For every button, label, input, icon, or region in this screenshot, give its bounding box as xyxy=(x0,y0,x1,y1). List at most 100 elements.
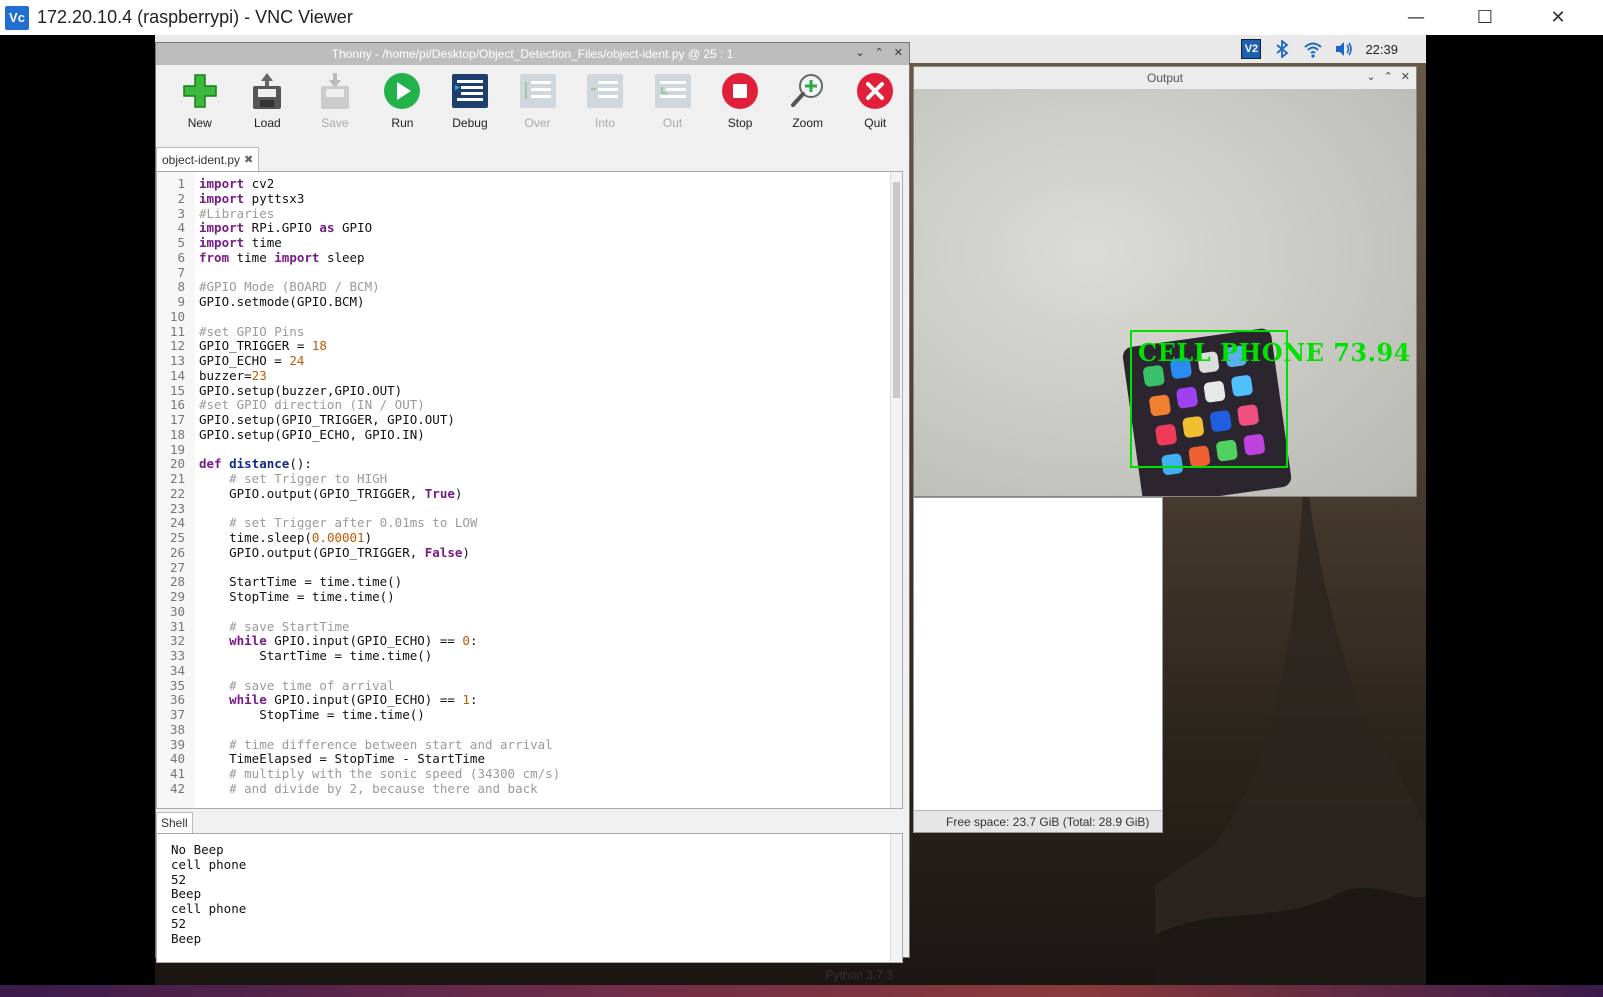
save-button[interactable]: Save xyxy=(301,65,369,145)
step-out-button[interactable]: Out xyxy=(639,65,707,145)
clock[interactable]: 22:39 xyxy=(1365,42,1398,57)
bluetooth-icon[interactable] xyxy=(1272,39,1292,59)
close-icon[interactable]: ✕ xyxy=(1401,70,1410,83)
stop-button[interactable]: Stop xyxy=(706,65,774,145)
shell-line: cell phone xyxy=(171,901,247,916)
code-line[interactable]: # save time of arrival xyxy=(199,678,395,693)
code-line[interactable]: GPIO_TRIGGER = 18 xyxy=(199,338,327,353)
line-number: 25 xyxy=(169,530,185,545)
code-line[interactable]: # and divide by 2, because there and bac… xyxy=(199,781,538,796)
code-line[interactable]: #set GPIO direction (IN / OUT) xyxy=(199,397,425,412)
code-line[interactable]: TimeElapsed = StopTime - StartTime xyxy=(199,751,485,766)
code-line[interactable]: import time xyxy=(199,235,282,250)
code-line[interactable]: StopTime = time.time() xyxy=(199,707,425,722)
line-number: 28 xyxy=(169,574,185,590)
code-line[interactable]: import pyttsx3 xyxy=(199,191,304,206)
step-over-icon xyxy=(519,72,557,110)
code-line[interactable]: StartTime = time.time() xyxy=(199,648,432,663)
code-line[interactable]: # set Trigger after 0.01ms to LOW xyxy=(199,515,477,530)
python-version[interactable]: Python 3.7.3 xyxy=(826,968,893,982)
code-editor[interactable]: 1 2 3 4 5 6 7 8 9 10 11 12 13 14 15 16 17 18 19 20 21 22 23 24 2… xyxy=(156,171,903,809)
code-line[interactable]: #GPIO Mode (BOARD / BCM) xyxy=(199,279,380,294)
debug-button[interactable]: Debug xyxy=(436,65,504,145)
wifi-icon[interactable] xyxy=(1303,39,1323,59)
step-into-button[interactable]: Into xyxy=(571,65,639,145)
shell-line: 52 xyxy=(171,871,187,887)
line-number: 22 xyxy=(169,485,185,501)
output-window-titlebar[interactable]: Output ⌄ ⌃ ✕ xyxy=(914,67,1416,89)
run-button-label: Run xyxy=(391,116,414,130)
step-over-button[interactable]: Over xyxy=(504,65,572,145)
close-icon[interactable]: ✖ xyxy=(244,153,253,166)
step-into-button-label: Into xyxy=(595,116,616,130)
volume-icon[interactable] xyxy=(1334,39,1354,59)
vnc-logo-icon: Vc xyxy=(5,5,29,30)
code-line[interactable]: GPIO_ECHO = 24 xyxy=(199,353,304,368)
new-button[interactable]: New xyxy=(166,65,234,145)
code-line[interactable]: while GPIO.input(GPIO_ECHO) == 0: xyxy=(199,633,477,648)
vnc-icon[interactable]: V2 xyxy=(1241,39,1262,59)
code-line[interactable]: GPIO.setup(GPIO_ECHO, GPIO.IN) xyxy=(199,427,425,442)
file-manager-window: Free space: 23.7 GiB (Total: 28.9 GiB) xyxy=(913,497,1163,833)
system-tray: V2 22:39 xyxy=(1241,35,1398,63)
line-number: 4 xyxy=(177,220,185,236)
code-line[interactable]: # multiply with the sonic speed (34300 c… xyxy=(199,766,560,781)
code-line[interactable]: import cv2 xyxy=(199,176,274,191)
code-line[interactable]: GPIO.setmode(GPIO.BCM) xyxy=(199,294,365,309)
line-number: 24 xyxy=(169,515,185,531)
stop-button-label: Stop xyxy=(727,116,753,130)
code-line[interactable]: time.sleep(0.00001) xyxy=(199,530,372,545)
code-line[interactable]: # save StartTime xyxy=(199,619,349,634)
code-line[interactable]: def distance(): xyxy=(199,456,312,471)
code-line[interactable]: while GPIO.input(GPIO_ECHO) == 1: xyxy=(199,692,477,707)
chevron-down-icon[interactable]: ⌄ xyxy=(1366,70,1375,83)
chevron-up-icon[interactable]: ⌃ xyxy=(875,46,884,59)
line-number: 37 xyxy=(169,707,185,722)
maximize-button[interactable]: ☐ xyxy=(1462,0,1508,35)
close-button[interactable]: ✕ xyxy=(1535,0,1581,35)
line-number: 8 xyxy=(177,279,185,295)
tab-object-ident[interactable]: object-ident.py ✖ xyxy=(156,147,260,171)
line-number: 29 xyxy=(169,589,185,604)
line-number-gutter: 1 2 3 4 5 6 7 8 9 10 11 12 13 14 15 16 17 18 19 20 21 22 23 24 2… xyxy=(157,172,195,808)
save-button-label: Save xyxy=(321,116,349,130)
line-number: 13 xyxy=(169,353,185,368)
code-line[interactable]: # set Trigger to HIGH xyxy=(199,471,387,486)
code-line[interactable]: #set GPIO Pins xyxy=(199,324,304,339)
code-line[interactable]: GPIO.setup(buzzer,GPIO.OUT) xyxy=(199,383,402,398)
load-button[interactable]: Load xyxy=(234,65,302,145)
code-line[interactable]: GPIO.output(GPIO_TRIGGER, True) xyxy=(199,486,462,501)
line-number: 21 xyxy=(169,471,185,486)
shell-output[interactable]: No Beep cell phone 52 Beep cell phone 52 Beep xyxy=(156,833,903,963)
code-line[interactable]: # time difference between start and arri… xyxy=(199,737,553,752)
close-icon[interactable]: ✕ xyxy=(894,46,903,59)
tab-shell[interactable]: Shell xyxy=(156,812,193,834)
shell-line: Beep xyxy=(171,930,202,946)
code-line[interactable]: #Libraries xyxy=(199,206,274,221)
chevron-down-icon[interactable]: ⌄ xyxy=(855,46,864,59)
chevron-up-icon[interactable]: ⌃ xyxy=(1384,70,1393,83)
debug-icon xyxy=(451,72,489,110)
quit-button[interactable]: Quit xyxy=(841,65,909,145)
shell-scrollbar[interactable] xyxy=(890,834,902,962)
line-number: 34 xyxy=(169,662,185,678)
zoom-button[interactable]: Zoom xyxy=(774,65,842,145)
run-icon xyxy=(383,72,421,110)
code-line[interactable]: StartTime = time.time() xyxy=(199,574,402,589)
code-line[interactable]: StopTime = time.time() xyxy=(199,589,395,604)
editor-scrollbar[interactable] xyxy=(890,172,902,808)
output-window-title: Output xyxy=(1146,71,1184,85)
remote-desktop: V2 22:39 Output ⌄ ⌃ ✕ CELL PHONE 73.94 F… xyxy=(0,35,1603,997)
toolbar: New Load Save Run Debug Over Into Out St… xyxy=(156,65,909,145)
editor-scrollbar-thumb[interactable] xyxy=(893,182,900,398)
code-line[interactable]: buzzer=23 xyxy=(199,368,267,383)
code-line[interactable]: from time import sleep xyxy=(199,250,365,265)
run-button[interactable]: Run xyxy=(369,65,437,145)
code-line[interactable]: GPIO.output(GPIO_TRIGGER, False) xyxy=(199,545,470,560)
code-line[interactable]: import RPi.GPIO as GPIO xyxy=(199,220,372,235)
line-number: 14 xyxy=(169,367,185,383)
minimize-button[interactable]: — xyxy=(1393,0,1439,35)
thonny-titlebar[interactable]: Thonny - /home/pi/Desktop/Object_Detecti… xyxy=(156,43,909,65)
tab-label: object-ident.py xyxy=(162,152,241,167)
code-line[interactable]: GPIO.setup(GPIO_TRIGGER, GPIO.OUT) xyxy=(199,412,455,427)
